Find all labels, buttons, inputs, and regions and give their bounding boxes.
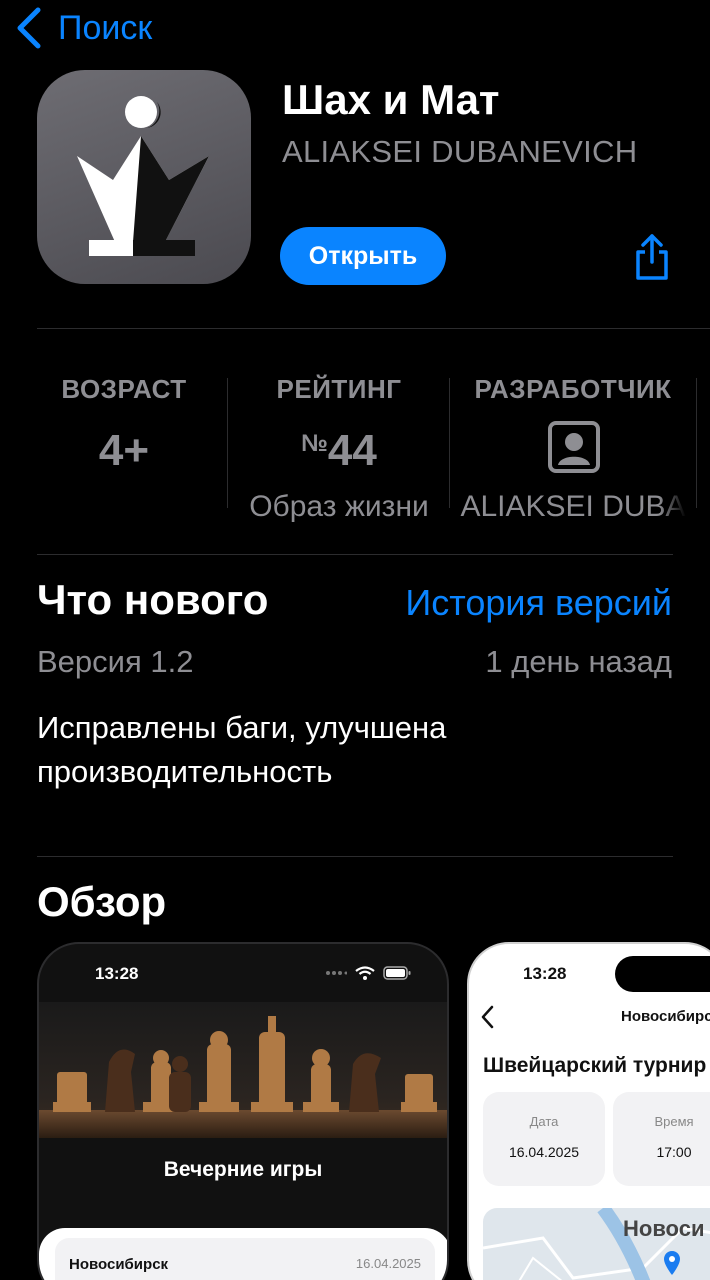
chevron-left-icon [17, 7, 41, 49]
stat-rating-value: №44 [237, 426, 441, 476]
event-city: Новосибирск [69, 1256, 169, 1273]
back-label: Поиск [58, 8, 153, 47]
date-label: Дата [529, 1114, 559, 1129]
developer-person-icon [548, 421, 600, 473]
dynamic-island [615, 956, 710, 992]
stat-age-label: ВОЗРАСТ [61, 374, 187, 404]
app-title: Шах и Мат [282, 76, 500, 123]
stat-age[interactable]: ВОЗРАСТ 4+ [37, 330, 211, 554]
wifi-icon [355, 966, 375, 980]
stat-separator [696, 378, 697, 508]
release-notes: Исправлены баги, улучшена производительн… [37, 710, 447, 789]
back-button[interactable]: Поиск [14, 6, 152, 50]
version-history-link[interactable]: История версий [405, 582, 672, 624]
whats-new-title: Что нового [37, 576, 269, 623]
divider [37, 554, 673, 555]
divider [37, 856, 673, 857]
time-tile: Время 17:00 [613, 1092, 710, 1186]
signal-dots-icon [326, 971, 347, 975]
info-stats-row: ВОЗРАСТ 4+ РЕЙТИНГ №44 Образ жизни РАЗРА… [0, 330, 710, 554]
screenshot-2[interactable]: 13:28 Новосибирс Швейцарский турнир Дата… [467, 942, 710, 1280]
divider [37, 328, 710, 329]
app-developer[interactable]: ALIAKSEI DUBANEVICH [282, 134, 637, 170]
status-time: 13:28 [95, 964, 139, 983]
map-pin-icon [664, 1251, 680, 1275]
battery-icon [383, 966, 411, 980]
share-icon[interactable] [632, 232, 672, 282]
chess-king-logo-icon [77, 96, 209, 256]
overview-title: Обзор [37, 878, 167, 925]
screen-title: Швейцарский турнир [483, 1054, 707, 1077]
date-value: 16.04.2025 [508, 1144, 580, 1160]
event-date: 16.04.2025 [355, 1256, 421, 1271]
chess-pieces-image [39, 1002, 447, 1138]
stat-age-value: 4+ [98, 426, 150, 475]
version-label: Версия 1.2 [37, 644, 194, 679]
status-icons [325, 966, 411, 980]
stat-developer[interactable]: РАЗРАБОТЧИК ALIAKSEI DUBA [460, 330, 686, 554]
event-card: Новосибирск 16.04.2025 [39, 1228, 447, 1280]
status-time: 13:28 [523, 964, 567, 983]
stat-rating-category: Образ жизни [249, 490, 429, 523]
rating-number: 44 [327, 426, 377, 475]
time-label: Время [654, 1114, 694, 1129]
stat-developer-label: РАЗРАБОТЧИК [474, 374, 672, 404]
map-preview: Новоси [483, 1208, 710, 1280]
chevron-left-icon [481, 1005, 494, 1029]
screen-title: Вечерние игры [163, 1158, 323, 1181]
nav-title: Новосибирс [621, 1008, 710, 1025]
stat-developer-name: ALIAKSEI DUBA [460, 490, 686, 523]
app-icon [37, 70, 251, 284]
time-value: 17:00 [656, 1144, 692, 1160]
screenshot-1[interactable]: 13:28 Вечерние игры Новосибирск 16.04.20… [37, 942, 449, 1280]
stat-rating[interactable]: РЕЙТИНГ №44 Образ жизни [237, 330, 441, 554]
date-tile: Дата 16.04.2025 [483, 1092, 605, 1186]
stat-separator [227, 378, 228, 508]
open-button[interactable]: Открыть [280, 227, 446, 285]
rating-number-sign: № [301, 430, 328, 457]
stat-rating-label: РЕЙТИНГ [276, 374, 402, 404]
stat-separator [449, 378, 450, 508]
release-date: 1 день назад [485, 644, 672, 679]
map-city-label: Новоси [623, 1216, 705, 1241]
